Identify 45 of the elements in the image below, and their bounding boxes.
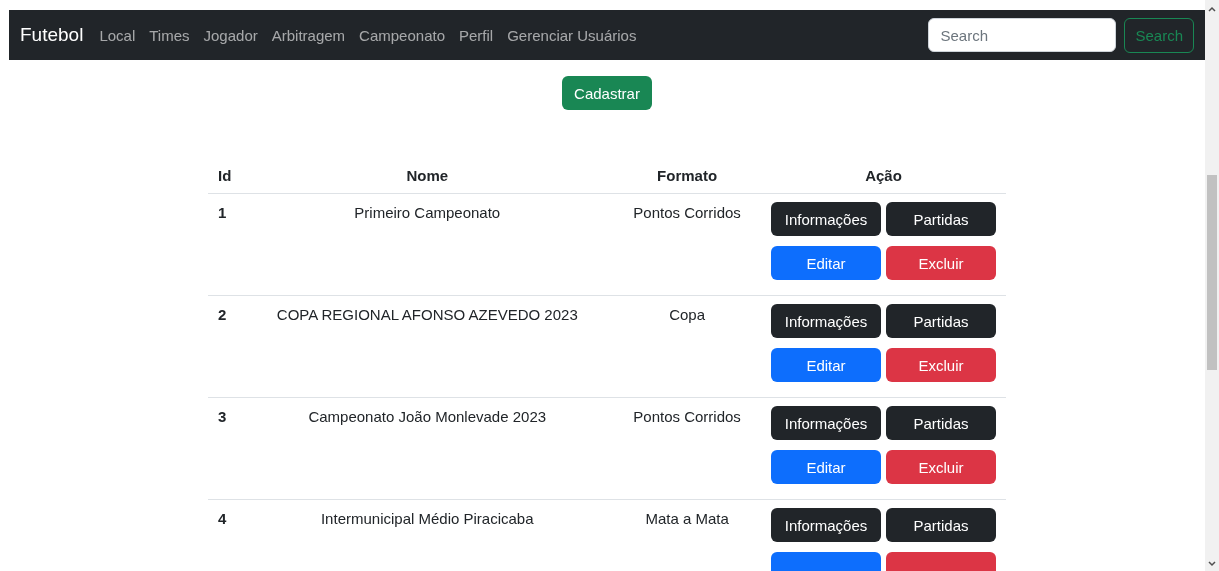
action-button[interactable]: Editar [771,246,881,280]
scroll-up-icon[interactable] [1208,6,1216,12]
table-cell: 3 [208,397,242,500]
table-cell: Copa [613,295,761,398]
nav-link[interactable]: Times [149,26,190,44]
action-button[interactable]: Partidas [886,406,996,440]
nav-link[interactable]: Perfil [459,26,494,44]
action-button[interactable]: Partidas [886,304,996,338]
nav-link[interactable]: Arbitragem [271,26,346,44]
table-cell: Pontos Corridos [613,193,761,296]
action-button[interactable]: Informações [771,304,881,338]
scrollbar[interactable] [1205,0,1219,571]
table-cell: 4 [208,499,242,571]
table-cell: COPA REGIONAL AFONSO AZEVEDO 2023 [241,295,614,398]
nav-link[interactable]: Jogador [203,26,258,44]
action-button[interactable]: Excluir [886,348,996,382]
table-cell: Mata a Mata [613,499,761,571]
action-button[interactable]: Excluir [886,246,996,280]
table-cell: 1 [208,193,242,296]
column-header: Ação [761,158,1006,194]
brand-title[interactable]: Futebol [20,24,84,46]
register-button[interactable]: Cadastrar [562,76,652,110]
table-cell: 2 [208,295,242,398]
action-button[interactable]: Editar [771,348,881,382]
action-button[interactable]: Informações [771,508,881,542]
search-field[interactable]: Search [928,18,1117,52]
table-cell: Campeonato João Monlevade 2023 [241,397,614,500]
action-button[interactable]: Partidas [886,508,996,542]
nav-link[interactable]: Gerenciar Usuários [507,26,637,44]
nav-link[interactable]: Campeonato [359,26,445,44]
action-button[interactable]: Partidas [886,202,996,236]
column-header: Id [208,158,242,194]
column-header: Formato [613,158,761,194]
table-cell: Pontos Corridos [613,397,761,500]
action-button[interactable]: Excluir [886,450,996,484]
action-button[interactable]: Informações [771,406,881,440]
search-button[interactable]: Search [1124,17,1194,53]
action-button[interactable]: Editar [771,450,881,484]
action-button[interactable]: Informações [771,202,881,236]
scroll-down-icon[interactable] [1208,561,1216,567]
column-header: Nome [241,158,614,194]
scroll-thumb[interactable] [1207,175,1217,370]
nav-link[interactable]: Local [99,26,136,44]
table-cell: Primeiro Campeonato [241,193,614,296]
table-cell: Intermunicipal Médio Piracicaba [241,499,614,571]
